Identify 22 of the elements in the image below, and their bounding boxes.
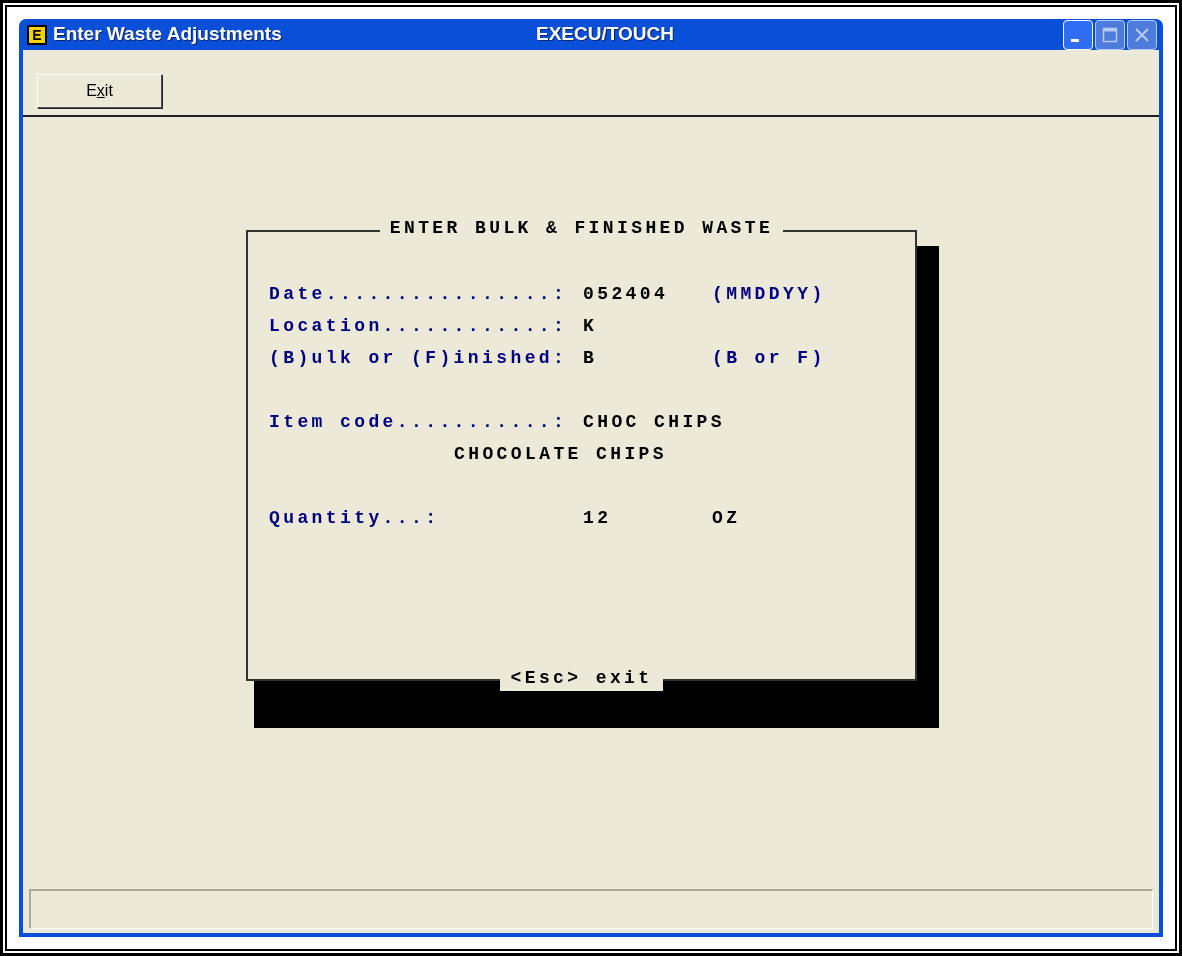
field-value: B bbox=[583, 346, 599, 370]
minimize-icon bbox=[1071, 39, 1079, 42]
app-title: EXECU/TOUCH bbox=[536, 22, 674, 47]
unit-label: OZ bbox=[712, 506, 741, 530]
maximize-icon bbox=[1102, 26, 1118, 43]
field-label: Location............: bbox=[269, 314, 569, 338]
field-value: K bbox=[583, 314, 599, 338]
field-value: 12 bbox=[583, 506, 613, 530]
field-value: CHOC CHIPS bbox=[583, 410, 726, 434]
exit-button[interactable]: Exit bbox=[37, 74, 162, 108]
field-label: Date................: bbox=[269, 282, 569, 306]
field-value: 052404 bbox=[583, 282, 670, 306]
format-hint: (B or F) bbox=[712, 346, 826, 370]
field-label: Quantity...: bbox=[269, 506, 441, 530]
item-description: CHOCOLATE CHIPS bbox=[454, 442, 668, 466]
minimize-button[interactable] bbox=[1063, 19, 1093, 50]
app-icon: E bbox=[27, 24, 47, 45]
format-hint: (MMDDYY) bbox=[712, 282, 826, 306]
close-icon bbox=[1134, 26, 1150, 43]
window-title: Enter Waste Adjustments bbox=[53, 22, 282, 47]
field-label: Item code...........: bbox=[269, 410, 569, 434]
field-label: (B)ulk or (F)inished: bbox=[269, 346, 569, 370]
